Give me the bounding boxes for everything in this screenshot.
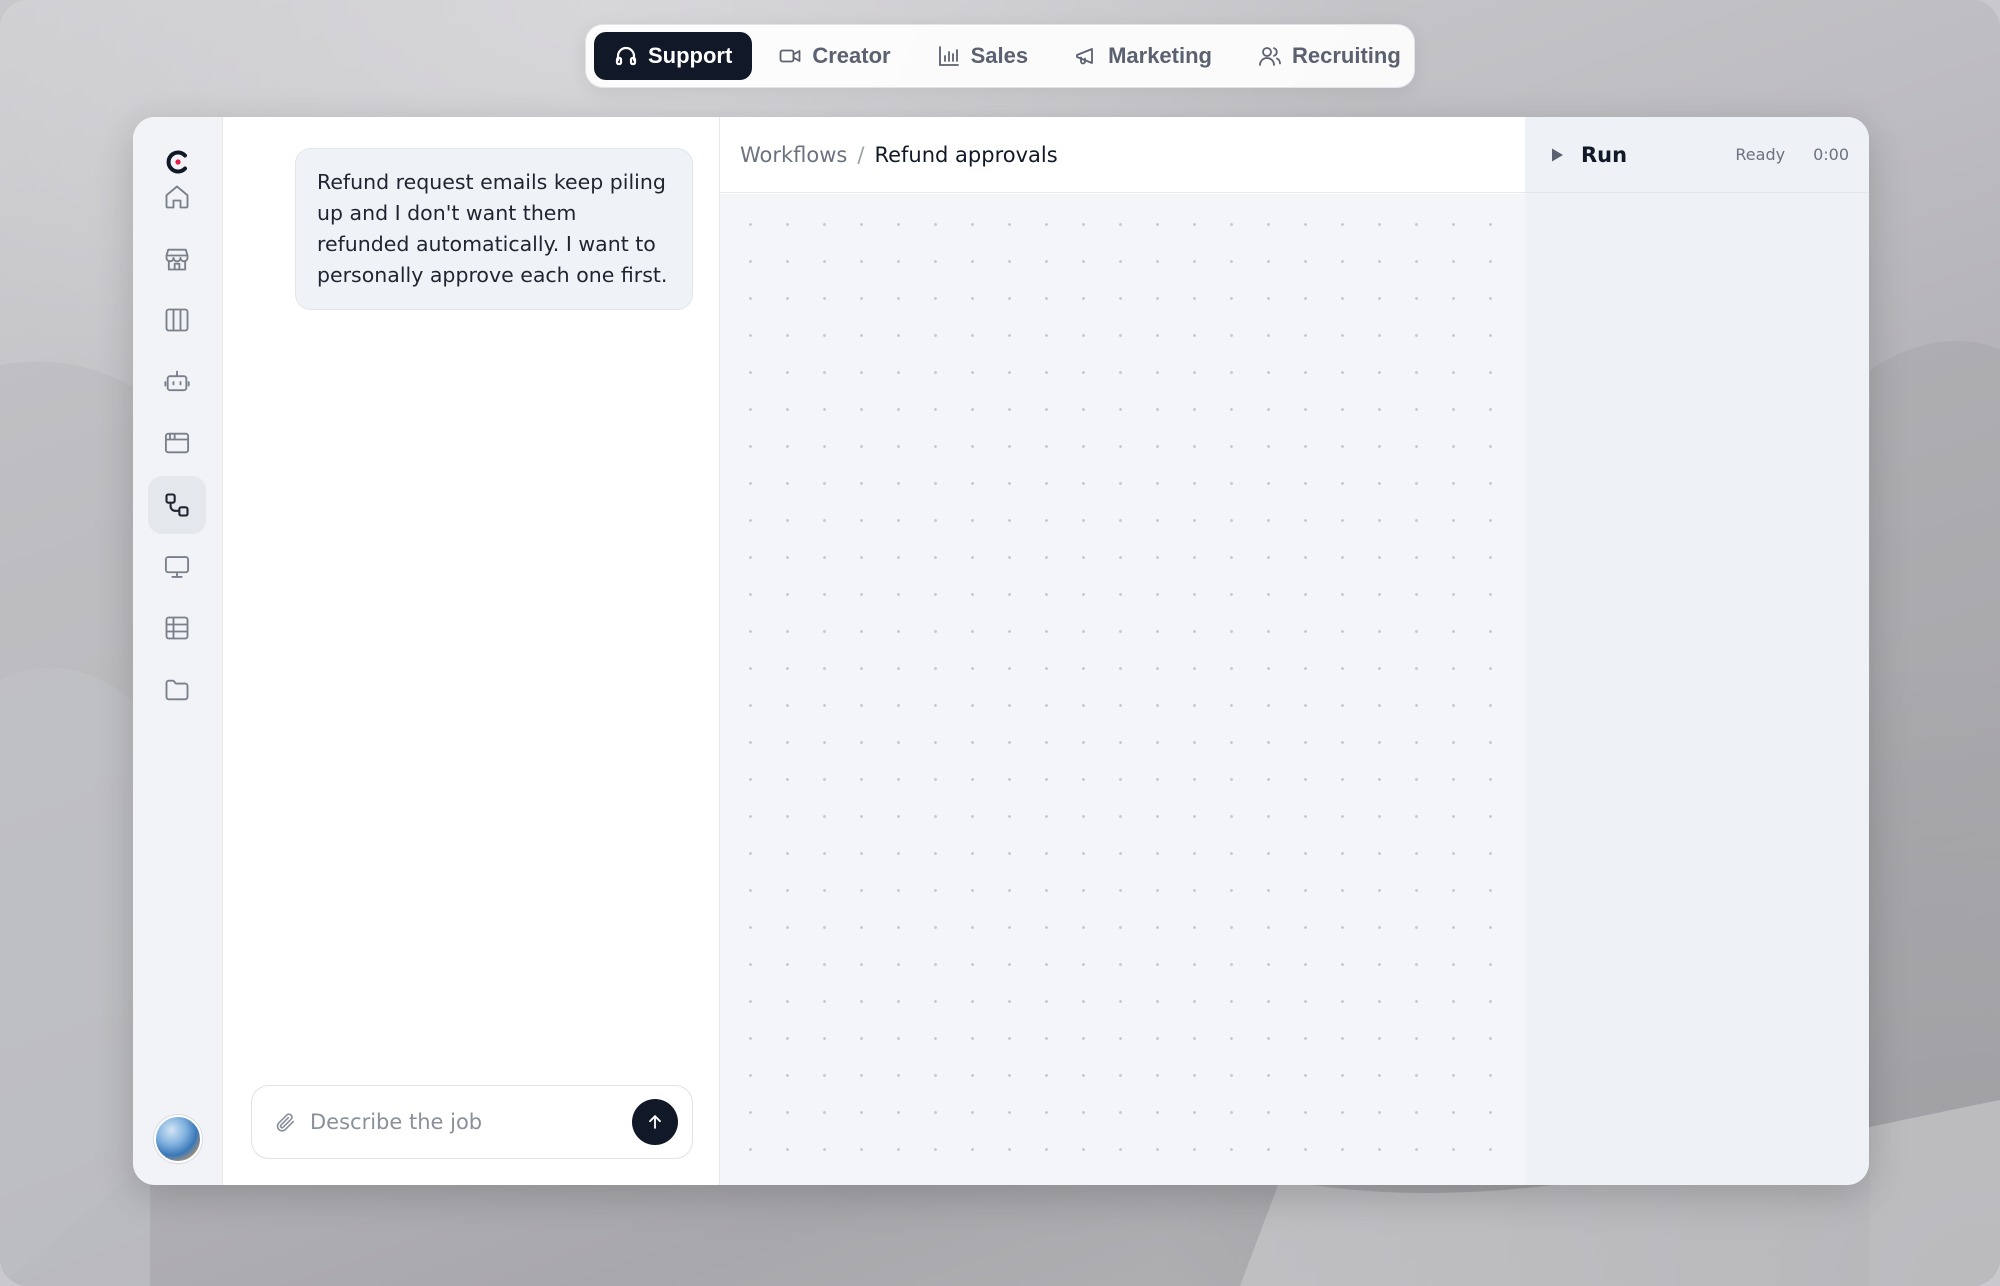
run-panel: Run Ready 0:00 [1525, 117, 1869, 1185]
job-description-input[interactable] [310, 1110, 632, 1134]
table-icon [165, 616, 189, 640]
app-window: Refund request emails keep piling up and… [133, 117, 1869, 1185]
columns-icon [165, 308, 189, 332]
tab-sales[interactable]: Sales [917, 32, 1049, 80]
arrow-up-icon [649, 1115, 661, 1129]
home-icon [165, 185, 189, 209]
tab-creator[interactable]: Creator [758, 32, 910, 80]
workflow-canvas[interactable] [720, 194, 1525, 1185]
breadcrumb-current: Refund approvals [874, 142, 1058, 167]
folder-icon [165, 679, 189, 701]
send-button[interactable] [632, 1099, 678, 1145]
video-icon [779, 49, 801, 63]
workflow-icon [165, 493, 189, 517]
sidebar-item-workflows[interactable] [148, 476, 206, 534]
sidebar-rail [133, 117, 223, 1185]
megaphone-icon [1076, 48, 1093, 65]
bot-icon [164, 370, 190, 392]
tab-label: Marketing [1108, 43, 1212, 68]
sidebar-item-monitor[interactable] [148, 538, 206, 596]
tab-label: Recruiting [1292, 43, 1401, 68]
run-status: Ready [1735, 145, 1786, 164]
sidebar-item-agents[interactable] [148, 353, 206, 411]
chat-pane: Refund request emails keep piling up and… [223, 117, 720, 1185]
tab-support[interactable]: Support [594, 32, 753, 80]
top-category-nav: Support Creator Sales Marketing Recruiti… [585, 24, 1415, 88]
bar-chart-icon [938, 46, 959, 66]
run-header: Run Ready 0:00 [1525, 117, 1869, 193]
users-icon [1259, 47, 1281, 66]
headphones-icon [615, 46, 637, 66]
sidebar-item-store[interactable] [148, 230, 206, 288]
breadcrumb-separator: / [857, 142, 865, 167]
avatar[interactable] [154, 1115, 202, 1163]
composer [251, 1085, 693, 1159]
run-elapsed-time: 0:00 [1813, 145, 1849, 164]
user-message-bubble: Refund request emails keep piling up and… [295, 148, 693, 310]
monitor-icon [164, 556, 190, 578]
tab-label: Creator [812, 43, 891, 68]
tab-recruiting[interactable]: Recruiting [1238, 32, 1421, 80]
run-button[interactable]: Run [1549, 143, 1627, 167]
breadcrumb-root[interactable]: Workflows [740, 143, 847, 167]
breadcrumb: Workflows / Refund approvals [720, 117, 1525, 193]
sidebar-item-tables[interactable] [148, 599, 206, 657]
sidebar-item-home[interactable] [148, 168, 206, 226]
tab-marketing[interactable]: Marketing [1054, 32, 1232, 80]
play-icon [1552, 148, 1563, 161]
store-icon [165, 248, 189, 271]
sidebar-item-browser[interactable] [148, 414, 206, 472]
run-label: Run [1581, 142, 1628, 167]
sidebar-item-columns[interactable] [148, 291, 206, 349]
tab-label: Sales [970, 43, 1029, 68]
browser-window-icon [164, 432, 190, 454]
workflow-canvas-pane: Workflows / Refund approvals [720, 117, 1525, 1185]
tab-label: Support [648, 43, 733, 68]
sidebar-item-files[interactable] [148, 661, 206, 719]
paperclip-icon[interactable] [274, 1111, 296, 1133]
